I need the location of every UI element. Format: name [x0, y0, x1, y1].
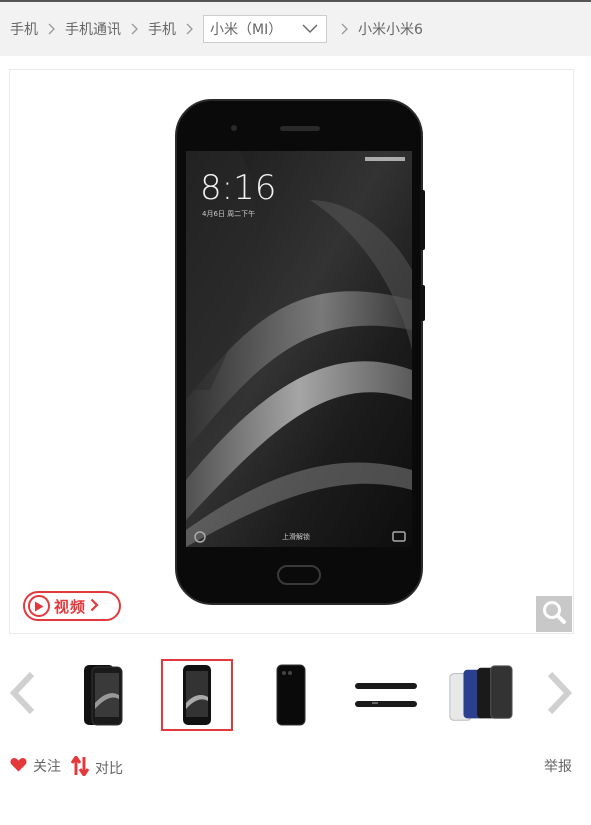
arrow-right-icon: [544, 671, 574, 720]
chevron-down-icon: [302, 24, 318, 34]
compare-label: 对比: [95, 761, 123, 777]
thumbnail-item-selected[interactable]: [161, 659, 233, 731]
magnifier-icon: [541, 599, 567, 629]
thumbnail-carousel: [0, 652, 591, 736]
follow-label: 关注: [33, 759, 61, 775]
breadcrumb-item-product[interactable]: 小米小米6: [358, 19, 423, 39]
chevron-right-icon: [48, 23, 55, 35]
breadcrumb-item-phone[interactable]: 手机: [10, 19, 38, 39]
thumbnail-front-back-image: [84, 665, 123, 726]
breadcrumb-item-phone-category[interactable]: 手机: [148, 19, 176, 39]
main-product-image[interactable]: 8:16 4月6日 周二下午 上滑解锁 视频: [9, 69, 574, 634]
thumbnail-item[interactable]: [444, 659, 516, 731]
heart-icon: [10, 757, 27, 776]
phone-date: 4月6日 周二下午: [202, 210, 256, 218]
follow-button[interactable]: 关注: [10, 756, 61, 776]
breadcrumb-item-communication[interactable]: 手机通讯: [65, 19, 121, 39]
breadcrumb: 手机 手机通讯 手机 小米（MI） 小米小米6: [0, 0, 591, 56]
thumbnail-item[interactable]: [68, 659, 140, 731]
chevron-right-icon: [186, 23, 193, 35]
thumbnail-front-image: [183, 665, 211, 725]
brand-select[interactable]: 小米（MI）: [203, 15, 327, 43]
thumbnail-side-image: [355, 683, 417, 707]
thumbnail-color-variants-image: [449, 665, 513, 721]
thumbnail-item[interactable]: [350, 659, 422, 731]
chevron-right-icon: [131, 23, 138, 35]
brand-select-value: 小米（MI）: [210, 22, 283, 38]
carousel-next-button[interactable]: [544, 670, 574, 716]
action-bar: 关注 对比 举报: [0, 752, 591, 780]
report-link[interactable]: 举报: [544, 756, 572, 776]
thumbnail-item[interactable]: [255, 659, 327, 731]
compare-arrows-icon: [70, 754, 90, 780]
video-button[interactable]: 视频: [23, 591, 121, 621]
thumbnail-back-image: [276, 664, 306, 726]
phone-unlock-hint: 上滑解锁: [282, 533, 310, 541]
play-icon: [28, 595, 50, 617]
arrow-left-icon: [8, 671, 38, 720]
phone-clock: 8:16: [200, 168, 277, 208]
chevron-right-icon: [341, 23, 348, 35]
phone-image: [175, 99, 425, 605]
chevron-right-icon: [90, 597, 99, 616]
video-label: 视频: [54, 597, 87, 616]
carousel-prev-button[interactable]: [8, 670, 38, 716]
compare-button[interactable]: 对比: [70, 754, 123, 780]
zoom-button[interactable]: [536, 596, 572, 632]
